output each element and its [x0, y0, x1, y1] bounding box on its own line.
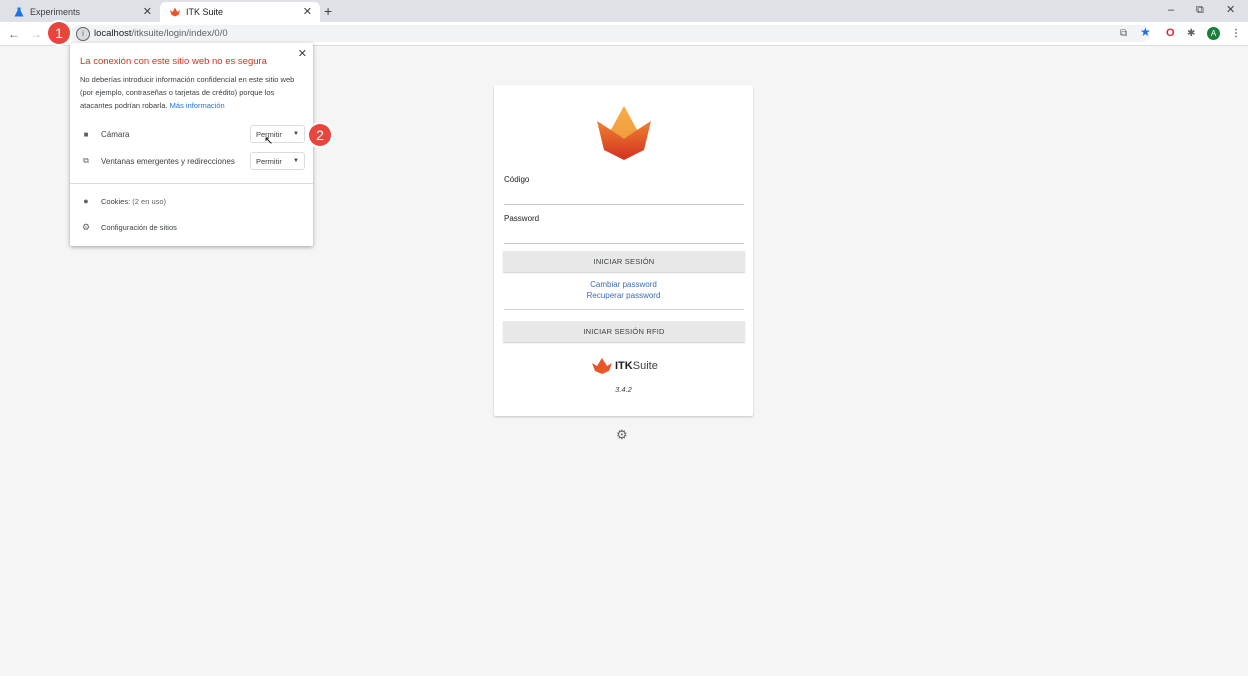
cookies-count: (2 en uso) — [132, 196, 167, 206]
tab-itk-suite[interactable]: ITK Suite ✕ — [160, 2, 320, 22]
select-value: Permitir — [256, 156, 282, 166]
menu-icon[interactable]: ⋮ — [1231, 27, 1241, 41]
tab-strip: Experiments ✕ ITK Suite ✕ + – ⧉ ✕ — [0, 0, 1248, 22]
more-info-link[interactable]: Más información — [170, 101, 225, 110]
popup-icon: ⧉ — [83, 156, 89, 165]
crown-logo-icon — [170, 7, 180, 17]
minimize-button[interactable]: – — [1168, 3, 1174, 17]
dropdown-caret-icon: ▼ — [293, 158, 299, 164]
gear-icon: ⚙ — [81, 222, 91, 232]
card-divider — [504, 309, 744, 310]
popup-divider — [70, 183, 313, 184]
permission-label: Cámara — [101, 129, 130, 139]
change-password-link[interactable]: Cambiar password — [494, 280, 753, 289]
popup-title: La conexión con este sitio web no es seg… — [80, 56, 267, 67]
new-tab-button[interactable]: + — [324, 3, 332, 19]
url-path: /itksuite/login/index/0/0 — [131, 28, 228, 39]
url-host: localhost — [94, 28, 132, 39]
camera-icon: ■ — [83, 129, 89, 139]
popup-description: No deberías introducir información confi… — [80, 73, 305, 112]
password-input[interactable] — [504, 243, 744, 244]
forward-button[interactable]: → — [30, 26, 42, 42]
brand-suite: Suite — [632, 360, 658, 372]
step-badge-2: 2 — [309, 124, 331, 146]
open-external-icon[interactable]: ⧉ — [1120, 27, 1127, 41]
bookmark-star-icon[interactable]: ★ — [1140, 25, 1151, 39]
cookie-icon: ● — [83, 196, 89, 206]
back-button[interactable]: ← — [8, 26, 20, 42]
close-tab-icon[interactable]: ✕ — [143, 5, 152, 19]
tab-title: ITK Suite — [186, 7, 224, 17]
dropdown-caret-icon: ▼ — [293, 131, 299, 137]
itk-crown-logo — [597, 106, 651, 160]
cookies-link[interactable]: ● Cookies: (2 en uso) — [80, 196, 166, 206]
permission-row-popups: ⧉ Ventanas emergentes y redirecciones Pe… — [80, 152, 305, 170]
site-settings-label: Configuración de sitios — [101, 223, 177, 232]
login-button[interactable]: INICIAR SESIÓN — [503, 251, 745, 272]
version-text: 3.4.2 — [615, 385, 632, 394]
extensions-puzzle-icon[interactable]: ✱ — [1187, 27, 1195, 41]
info-icon[interactable]: i — [76, 26, 90, 41]
step-badge-1: 1 — [48, 22, 70, 44]
password-label: Password — [504, 214, 540, 223]
site-settings-link[interactable]: ⚙ Configuración de sitios — [80, 222, 177, 233]
cookies-label: Cookies: — [101, 196, 131, 206]
address-bar[interactable]: i localhost /itksuite/login/index/0/0 — [70, 25, 1150, 42]
itk-suite-brand: ITK Suite — [592, 358, 658, 374]
opera-extension-icon[interactable]: O — [1166, 26, 1175, 40]
crown-logo-icon — [592, 358, 612, 374]
tab-title: Experiments — [30, 7, 81, 17]
close-icon[interactable]: ✕ — [298, 47, 307, 60]
brand-bold: ITK — [615, 360, 633, 372]
permission-label: Ventanas emergentes y redirecciones — [101, 156, 235, 166]
code-input[interactable] — [504, 204, 744, 205]
camera-permission-select[interactable]: Permitir ▼ — [250, 125, 305, 143]
close-window-button[interactable]: ✕ — [1226, 3, 1235, 17]
restore-button[interactable]: ⧉ — [1196, 3, 1204, 17]
recover-password-link[interactable]: Recuperar password — [494, 291, 753, 300]
login-card: Código Password INICIAR SESIÓN Cambiar p… — [494, 85, 753, 416]
settings-gear-icon[interactable]: ⚙ — [616, 427, 628, 443]
profile-avatar[interactable]: A — [1207, 27, 1220, 40]
mouse-cursor-icon: ↖ — [264, 135, 274, 147]
site-info-popup: ✕ La conexión con este sitio web no es s… — [70, 43, 313, 246]
close-tab-icon[interactable]: ✕ — [303, 5, 312, 19]
flask-icon — [14, 7, 24, 17]
popups-permission-select[interactable]: Permitir ▼ — [250, 152, 305, 170]
rfid-login-button[interactable]: INICIAR SESIÓN RFID — [503, 321, 745, 342]
tab-experiments[interactable]: Experiments ✕ — [8, 2, 160, 22]
code-label: Código — [504, 175, 530, 184]
